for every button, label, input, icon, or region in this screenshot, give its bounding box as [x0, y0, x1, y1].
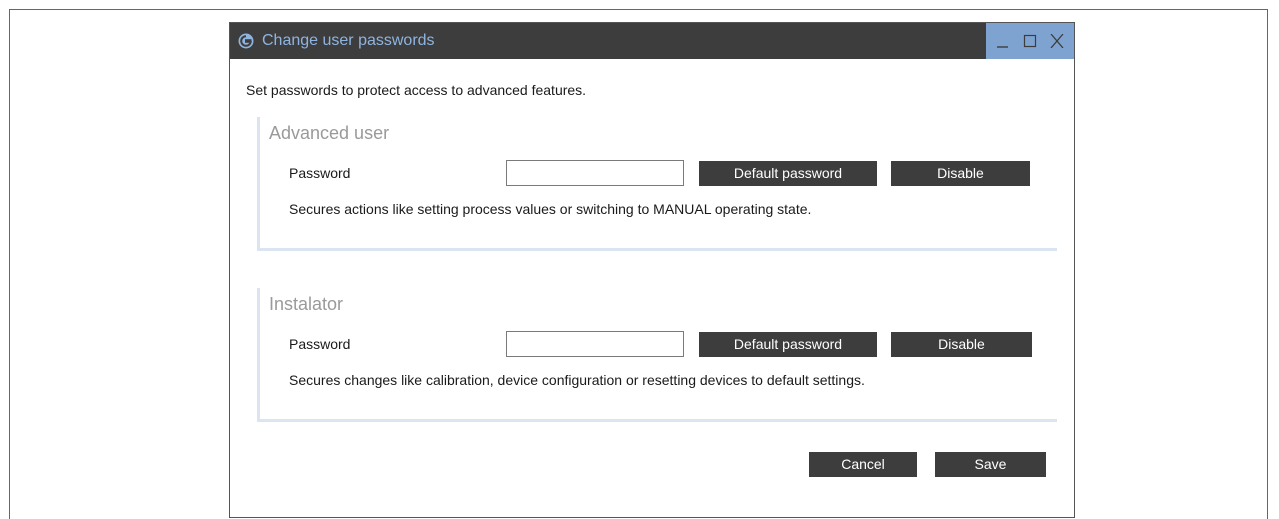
save-button[interactable]: Save: [935, 452, 1046, 477]
section-advanced-user: Advanced user Password Default password …: [257, 117, 1057, 251]
instalator-password-input[interactable]: [506, 331, 684, 357]
section-description: Secures changes like calibration, device…: [289, 372, 865, 388]
dialog-description: Set passwords to protect access to advan…: [246, 82, 587, 98]
password-label: Password: [289, 336, 351, 352]
password-label: Password: [289, 165, 351, 181]
window-controls: [986, 23, 1074, 59]
minimize-icon[interactable]: [990, 23, 1016, 59]
window-title: Change user passwords: [262, 32, 435, 49]
advanced-user-default-password-button[interactable]: Default password: [699, 161, 877, 186]
section-title: Instalator: [269, 294, 344, 314]
section-description: Secures actions like setting process val…: [289, 201, 812, 217]
maximize-icon[interactable]: [1017, 23, 1043, 59]
section-title: Advanced user: [269, 123, 390, 143]
advanced-user-disable-button[interactable]: Disable: [891, 161, 1030, 186]
close-icon[interactable]: [1043, 23, 1069, 59]
titlebar: Change user passwords: [230, 23, 1074, 59]
instalator-default-password-button[interactable]: Default password: [699, 332, 877, 357]
app-logo-icon: [238, 33, 254, 49]
cancel-button[interactable]: Cancel: [809, 452, 917, 477]
change-passwords-dialog: Change user passwords Set passwords to p…: [229, 22, 1075, 518]
advanced-user-password-input[interactable]: [506, 160, 684, 186]
instalator-disable-button[interactable]: Disable: [891, 332, 1032, 357]
section-instalator: Instalator Password Default password Dis…: [257, 288, 1057, 422]
